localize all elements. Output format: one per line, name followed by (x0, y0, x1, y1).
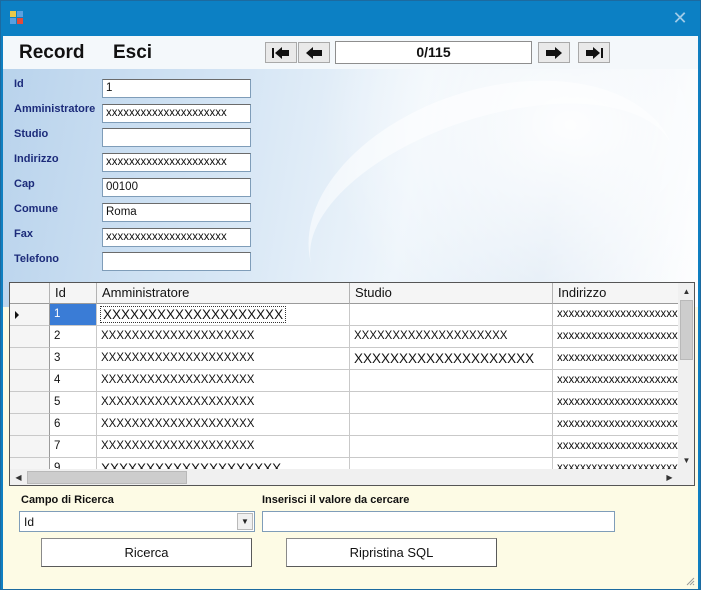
row-header[interactable] (10, 436, 50, 458)
table-cell[interactable] (350, 370, 553, 392)
first-record-button[interactable] (265, 42, 297, 63)
table-cell[interactable]: XXXXXXXXXXXXXXXXXXXX (97, 392, 350, 414)
resize-grip-icon[interactable] (685, 576, 695, 586)
search-field-label: Campo di Ricerca (21, 494, 114, 506)
reset-sql-button[interactable]: Ripristina SQL (286, 538, 497, 567)
vertical-scrollbar[interactable]: ▲ ▼ (678, 283, 694, 469)
studio-label: Studio (14, 128, 49, 140)
amministratore-field[interactable]: xxxxxxxxxxxxxxxxxxxxx (102, 104, 251, 123)
indirizzo-label: Indirizzo (14, 153, 59, 165)
first-record-icon (272, 46, 289, 59)
search-button[interactable]: Ricerca (41, 538, 252, 567)
table-cell[interactable]: xxxxxxxxxxxxxxxxxxxxx (553, 304, 683, 326)
close-icon[interactable]: ✕ (666, 5, 694, 31)
indirizzo-field[interactable]: xxxxxxxxxxxxxxxxxxxxx (102, 153, 251, 172)
column-header-indirizzo[interactable]: Indirizzo (553, 283, 683, 304)
cell-text: XXXXXXXXXXXXXXXXXXXX (99, 306, 287, 323)
table-cell[interactable]: XXXXXXXXXXXXXXXXXXXX (97, 326, 350, 348)
table-cell[interactable]: xxxxxxxxxxxxxxxxxxxxx (553, 348, 683, 370)
next-record-icon (546, 46, 562, 59)
table-cell[interactable] (350, 414, 553, 436)
record-counter: 0/115 (335, 41, 532, 64)
horizontal-scrollbar[interactable]: ◀ ▶ (10, 469, 678, 485)
row-header[interactable] (10, 326, 50, 348)
table-cell[interactable]: 3 (50, 348, 97, 370)
row-header[interactable] (10, 348, 50, 370)
record-form: Id 1 Amministratore xxxxxxxxxxxxxxxxxxxx… (3, 69, 698, 307)
table-cell[interactable]: XXXXXXXXXXXXXXXXXXXX (97, 348, 350, 370)
previous-record-button[interactable] (298, 42, 330, 63)
horizontal-scroll-thumb[interactable] (27, 471, 187, 484)
row-header[interactable] (10, 392, 50, 414)
previous-record-icon (306, 46, 322, 59)
scroll-down-icon[interactable]: ▼ (678, 452, 694, 469)
search-value-input[interactable] (262, 511, 615, 532)
table-cell[interactable]: xxxxxxxxxxxxxxxxxxxxx (553, 392, 683, 414)
title-bar: ✕ (1, 1, 700, 36)
table-cell[interactable]: 7 (50, 436, 97, 458)
table-cell[interactable]: XXXXXXXXXXXXXXXXXXXX (97, 304, 350, 326)
table-cell[interactable]: 2 (50, 326, 97, 348)
cap-label: Cap (14, 178, 35, 190)
row-header[interactable] (10, 414, 50, 436)
table-cell[interactable] (350, 392, 553, 414)
table-cell[interactable]: XXXXXXXXXXXXXXXXXXXX (97, 436, 350, 458)
row-header-current[interactable] (10, 304, 50, 326)
table-cell[interactable]: 5 (50, 392, 97, 414)
next-record-button[interactable] (538, 42, 570, 63)
last-record-button[interactable] (578, 42, 610, 63)
table-cell[interactable]: xxxxxxxxxxxxxxxxxxxxx (553, 436, 683, 458)
column-header-studio[interactable]: Studio (350, 283, 553, 304)
table-cell[interactable]: XXXXXXXXXXXXXXXXXXXX (97, 370, 350, 392)
column-header-amministratore[interactable]: Amministratore (97, 283, 350, 304)
client-area: Record Esci 0/115 Id 1 Amministratore xx… (3, 36, 698, 589)
table-cell[interactable]: xxxxxxxxxxxxxxxxxxxxx (553, 370, 683, 392)
table-cell[interactable]: XXXXXXXXXXXXXXXXXXXX (350, 348, 553, 370)
column-header-id[interactable]: Id (50, 283, 97, 304)
scroll-right-icon[interactable]: ▶ (661, 469, 678, 485)
grid-corner-header (10, 283, 50, 304)
search-field-select[interactable]: Id ▼ (19, 511, 255, 532)
scrollbar-corner (678, 469, 694, 485)
table-cell[interactable]: xxxxxxxxxxxxxxxxxxxxx (553, 414, 683, 436)
scroll-left-icon[interactable]: ◀ (10, 469, 27, 485)
vertical-scroll-thumb[interactable] (680, 300, 693, 360)
amministratore-label: Amministratore (14, 103, 96, 115)
search-field-value: Id (24, 515, 35, 529)
telefono-field[interactable] (102, 252, 251, 271)
fax-field[interactable]: xxxxxxxxxxxxxxxxxxxxx (102, 228, 251, 247)
telefono-label: Telefono (14, 253, 60, 265)
fax-label: Fax (14, 228, 33, 240)
table-cell[interactable]: 1 (50, 304, 97, 326)
table-cell[interactable]: 4 (50, 370, 97, 392)
table-cell[interactable]: 6 (50, 414, 97, 436)
toolbar: Record Esci 0/115 (3, 36, 698, 69)
menu-esci[interactable]: Esci (113, 42, 152, 64)
scroll-up-icon[interactable]: ▲ (678, 283, 694, 300)
chevron-down-icon[interactable]: ▼ (237, 513, 253, 530)
main-window: ✕ Record Esci 0/115 Id 1 Amministratore … (0, 0, 701, 590)
studio-field[interactable] (102, 128, 251, 147)
last-record-icon (586, 46, 603, 59)
id-field[interactable]: 1 (102, 79, 251, 98)
comune-field[interactable]: Roma (102, 203, 251, 222)
current-row-icon (15, 311, 19, 319)
table-cell[interactable] (350, 436, 553, 458)
search-value-label: Inserisci il valore da cercare (262, 494, 410, 506)
table-cell[interactable]: XXXXXXXXXXXXXXXXXXXX (350, 326, 553, 348)
data-grid[interactable]: Id Amministratore Studio Indirizzo 1 XXX… (9, 282, 695, 486)
cap-field[interactable]: 00100 (102, 178, 251, 197)
menu-record[interactable]: Record (19, 42, 84, 64)
app-icon (10, 11, 24, 25)
comune-label: Comune (14, 203, 58, 215)
row-header[interactable] (10, 370, 50, 392)
table-cell[interactable]: xxxxxxxxxxxxxxxxxxxxx (553, 326, 683, 348)
table-cell[interactable] (350, 304, 553, 326)
id-label: Id (14, 78, 24, 90)
table-cell[interactable]: XXXXXXXXXXXXXXXXXXXX (97, 414, 350, 436)
